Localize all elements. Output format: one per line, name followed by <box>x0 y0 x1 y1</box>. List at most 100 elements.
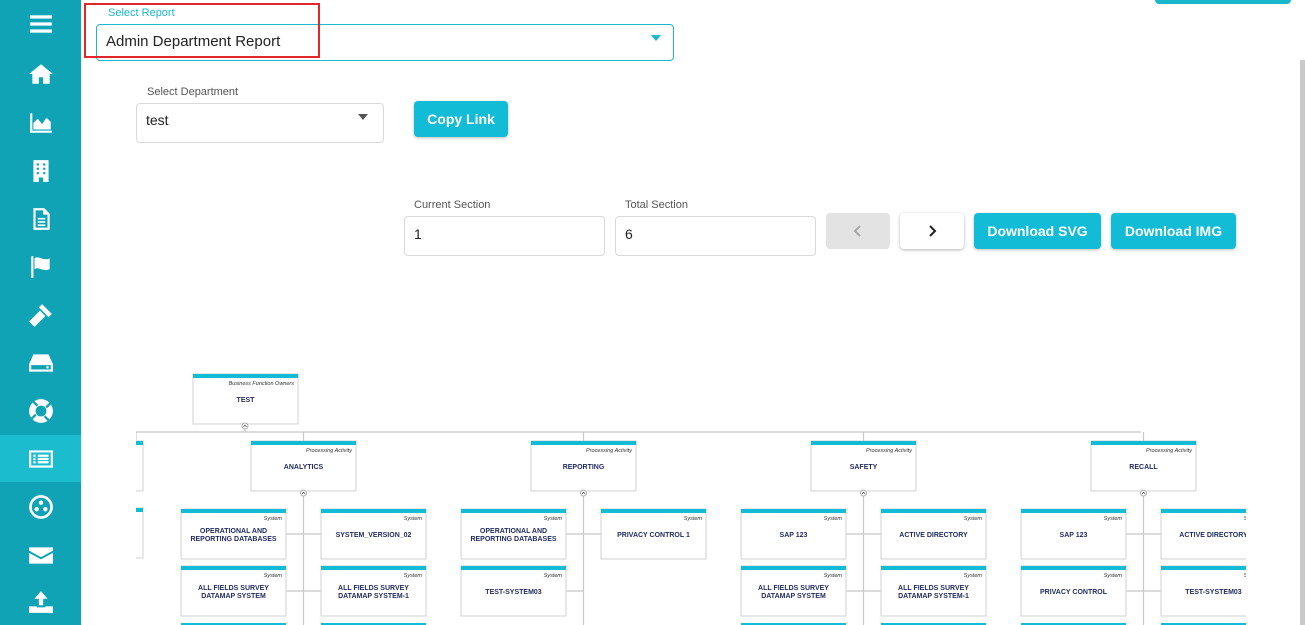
sidebar-item-storage[interactable] <box>0 339 81 386</box>
root-node: Business Function Owners TEST <box>193 374 298 424</box>
collapse-toggle-icon[interactable] <box>581 490 587 496</box>
sidebar-item-legal[interactable] <box>0 291 81 338</box>
current-section-value: 1 <box>414 226 422 242</box>
node-type-label: System <box>1244 573 1263 579</box>
node-name-label: SYSTEM_VERSION_02 <box>336 532 412 539</box>
activity-node: Processing Activity SAFETY <box>811 441 916 491</box>
sidebar-item-documents[interactable] <box>0 195 81 242</box>
sidebar-item-analytics[interactable] <box>0 99 81 146</box>
node-type-label: System <box>264 516 283 522</box>
node-type-label: System <box>1244 516 1263 522</box>
collapse-toggle-icon[interactable] <box>242 423 248 429</box>
download-img-button[interactable]: Download IMG <box>1111 213 1236 249</box>
node-type-label: Processing Activity <box>306 448 353 454</box>
node-name-label: PRIVACY CONTROL 1 <box>617 532 690 539</box>
node-type-label: Processing Activity <box>586 448 633 454</box>
system-node: System PRIVACY CONTROL 1 <box>601 509 706 559</box>
next-section-button[interactable] <box>900 213 964 249</box>
total-section-label: Total Section <box>622 199 691 211</box>
system-node: System SAP 123 <box>1021 509 1126 559</box>
system-node: System ACTIVE DIRECTORY <box>1161 509 1266 559</box>
sidebar-item-support[interactable] <box>0 387 81 434</box>
system-node: System SYSTEM_VERSION_02 <box>321 509 426 559</box>
network-icon <box>28 494 53 519</box>
node-name-label: ALL FIELDS SURVEY <box>758 585 829 592</box>
node-type-label: System <box>964 516 983 522</box>
node-type-label: System <box>544 516 563 522</box>
system-node: System TEST-SYSTEM03 <box>1161 566 1266 616</box>
report-select-label: Select Report <box>105 7 178 19</box>
menu-icon <box>29 14 52 33</box>
flag-icon <box>30 255 50 278</box>
system-node: System ALL FIELDS SURVEYDATAMAP SYSTEM-1 <box>321 566 426 616</box>
department-select-value: test <box>146 112 169 128</box>
hard-drive-icon <box>28 353 53 372</box>
node-name-label: SAFETY <box>850 464 878 471</box>
sidebar-item-menu[interactable] <box>0 0 81 47</box>
system-node: System ALL FIELDS SURVEYDATAMAP SYSTEM-1 <box>881 566 986 616</box>
sidebar-item-home[interactable] <box>0 50 81 97</box>
node-type-label: Processing Activity <box>1146 448 1193 454</box>
current-section-field[interactable] <box>404 216 605 256</box>
area-chart-icon <box>29 112 52 133</box>
node-name-label: ALL FIELDS SURVEY <box>338 585 409 592</box>
upload-icon <box>28 590 53 613</box>
building-icon <box>32 159 49 182</box>
node-type-label: System <box>964 573 983 579</box>
previous-section-button[interactable] <box>826 213 890 249</box>
sidebar-item-messages[interactable] <box>0 531 81 578</box>
department-select[interactable] <box>136 103 384 143</box>
sidebar-item-reports[interactable] <box>0 435 81 482</box>
sidebar-item-organization[interactable] <box>0 147 81 194</box>
sidebar-item-flags[interactable] <box>0 243 81 290</box>
node-name-label: ANALYTICS <box>284 464 324 471</box>
node-name-label: DATAMAP SYSTEM-1 <box>898 593 969 600</box>
node-type-label: System <box>1104 573 1123 579</box>
node-name-label: TEST <box>237 397 256 404</box>
node-name-label: SAP 123 <box>1060 532 1088 539</box>
list-alt-icon <box>28 449 53 468</box>
sidebar <box>0 0 81 625</box>
current-section-label: Current Section <box>411 199 494 211</box>
system-node: System ACTIVE DIRECTORY <box>881 509 986 559</box>
document-icon <box>32 207 50 230</box>
activity-node: Processing Activity RECALL <box>1091 441 1196 491</box>
collapse-toggle-icon[interactable] <box>861 490 867 496</box>
node-type-label: System <box>1104 516 1123 522</box>
download-svg-button[interactable]: Download SVG <box>974 213 1101 249</box>
collapse-toggle-icon[interactable] <box>301 490 307 496</box>
node-name-label: DATAMAP SYSTEM <box>201 593 266 600</box>
node-name-label: OPERATIONAL AND <box>200 528 267 535</box>
top-action-button[interactable] <box>1155 0 1291 4</box>
node-name-label: SAP 123 <box>780 532 808 539</box>
system-node: System ALL FIELDS SURVEYDATAMAP SYSTEM <box>741 566 846 616</box>
home-icon <box>28 63 53 84</box>
node-type-label: System <box>684 516 703 522</box>
department-caret-icon[interactable] <box>358 114 368 120</box>
node-name-label: TEST-SYSTEM03 <box>1185 589 1242 596</box>
scrollbar[interactable] <box>1300 60 1305 625</box>
node-type-label: System <box>544 573 563 579</box>
node-name-label: REPORTING DATABASES <box>470 536 556 543</box>
node-name-label: ACTIVE DIRECTORY <box>899 532 968 539</box>
system-node: System TEST-SYSTEM03 <box>461 566 566 616</box>
sidebar-item-upload[interactable] <box>0 578 81 625</box>
system-node: System PRIVACY CONTROL <box>1021 566 1126 616</box>
chevron-right-icon <box>929 225 937 237</box>
total-section-value: 6 <box>625 226 633 242</box>
node-type-label: System <box>404 573 423 579</box>
node-type-label: Business Function Owners <box>229 381 295 387</box>
collapse-toggle-icon[interactable] <box>1141 490 1147 496</box>
copy-link-button[interactable]: Copy Link <box>414 101 508 137</box>
node-name-label: ACTIVE DIRECTORY <box>1179 532 1248 539</box>
life-ring-icon <box>28 398 53 423</box>
report-caret-icon[interactable] <box>651 35 661 41</box>
node-name-label: PRIVACY CONTROL <box>1040 589 1108 596</box>
envelope-icon <box>28 546 53 564</box>
node-name-label: DATAMAP SYSTEM <box>761 593 826 600</box>
report-select-value: Admin Department Report <box>106 33 281 50</box>
sidebar-item-network[interactable] <box>0 483 81 530</box>
node-name-label: ALL FIELDS SURVEY <box>198 585 269 592</box>
total-section-field[interactable] <box>615 216 816 256</box>
node-name-label: REPORTING DATABASES <box>190 536 276 543</box>
